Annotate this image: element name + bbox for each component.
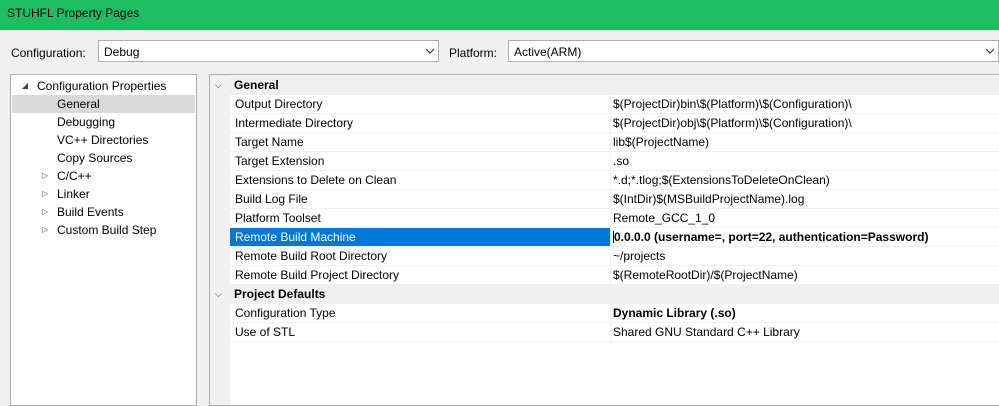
configuration-toolbar: Configuration: Debug Platform: Active(AR… — [0, 30, 999, 74]
tree-item-debugging[interactable]: Debugging — [12, 113, 195, 131]
property-name: Target Name — [230, 133, 611, 151]
property-row[interactable]: Target Extension .so — [230, 152, 999, 171]
collapsed-triangle-icon[interactable]: ▷ — [40, 203, 50, 221]
platform-label: Platform: — [449, 46, 498, 60]
property-value[interactable]: $(ProjectDir)bin\$(Platform)\$(Configura… — [613, 95, 999, 113]
property-row-selected[interactable]: Remote Build Machine 0.0.0.0 (username=,… — [230, 228, 999, 247]
tree-item-label: Linker — [57, 187, 90, 201]
chevron-down-icon — [986, 48, 994, 54]
property-row[interactable]: Remote Build Root Directory ~/projects — [230, 247, 999, 266]
configuration-value: Debug — [104, 45, 140, 59]
property-name: Target Extension — [230, 152, 611, 170]
property-row[interactable]: Configuration Type Dynamic Library (.so) — [230, 304, 999, 323]
tree-item-build-events[interactable]: ▷ Build Events — [12, 203, 195, 221]
configuration-label: Configuration: — [11, 46, 86, 60]
tree-item-label: Build Events — [57, 205, 124, 219]
tree-item-linker[interactable]: ▷ Linker — [12, 185, 195, 203]
chevron-down-icon — [426, 48, 434, 54]
expanded-chevron-icon[interactable]: ⌵ — [215, 76, 225, 95]
tree-item-configuration-properties[interactable]: ◢ Configuration Properties — [12, 77, 195, 95]
property-value[interactable]: $(ProjectDir)obj\$(Platform)\$(Configura… — [613, 114, 999, 132]
property-name: Output Directory — [230, 95, 611, 113]
property-row[interactable]: Extensions to Delete on Clean *.d;*.tlog… — [230, 171, 999, 190]
property-value[interactable]: $(RemoteRootDir)/$(ProjectName) — [613, 266, 999, 284]
property-row[interactable]: Remote Build Project Directory $(RemoteR… — [230, 266, 999, 285]
property-name: Remote Build Machine — [230, 228, 611, 246]
property-row[interactable]: Build Log File $(IntDir)$(MSBuildProject… — [230, 190, 999, 209]
tree-item-custom-build-step[interactable]: ▷ Custom Build Step — [12, 221, 195, 239]
tree-item-copy-sources[interactable]: Copy Sources — [12, 149, 195, 167]
property-name: Use of STL — [230, 323, 611, 341]
tree-item-label: Debugging — [57, 115, 116, 129]
expanded-triangle-icon[interactable]: ◢ — [20, 77, 30, 95]
property-tree: ◢ Configuration Properties General Debug… — [10, 74, 197, 406]
grid-gutter — [210, 75, 230, 405]
tree-item-label: Copy Sources — [57, 151, 133, 165]
expanded-chevron-icon[interactable]: ⌵ — [215, 285, 225, 304]
category-project-defaults[interactable]: ⌵ Project Defaults — [210, 285, 999, 304]
text-caret — [613, 231, 614, 243]
property-value[interactable]: ~/projects — [613, 247, 999, 265]
property-row[interactable]: Intermediate Directory $(ProjectDir)obj\… — [230, 114, 999, 133]
property-value[interactable]: .so — [613, 152, 999, 170]
property-name: Platform Toolset — [230, 209, 611, 227]
property-name: Extensions to Delete on Clean — [230, 171, 611, 189]
tree-item-general[interactable]: General — [12, 95, 195, 113]
property-value[interactable]: $(IntDir)$(MSBuildProjectName).log — [613, 190, 999, 208]
platform-dropdown[interactable]: Active(ARM) — [508, 40, 999, 62]
collapsed-triangle-icon[interactable]: ▷ — [40, 185, 50, 203]
property-name: Remote Build Project Directory — [230, 266, 611, 284]
category-label: Project Defaults — [234, 287, 326, 301]
property-value: 0.0.0.0 (username=, port=22, authenticat… — [614, 230, 929, 244]
tree-item-label: Configuration Properties — [37, 79, 167, 93]
property-row[interactable]: Use of STL Shared GNU Standard C++ Libra… — [230, 323, 999, 342]
title-bar: STUHFL Property Pages — [0, 0, 999, 30]
tree-item-label: General — [57, 97, 100, 111]
tree-item-c-cpp[interactable]: ▷ C/C++ — [12, 167, 195, 185]
property-name: Configuration Type — [230, 304, 611, 322]
collapsed-triangle-icon[interactable]: ▷ — [40, 221, 50, 239]
tree-item-label: C/C++ — [57, 169, 92, 183]
platform-value: Active(ARM) — [514, 45, 582, 59]
property-value-editor[interactable]: 0.0.0.0 (username=, port=22, authenticat… — [613, 228, 999, 246]
property-value[interactable]: Dynamic Library (.so) — [613, 304, 999, 322]
property-name: Intermediate Directory — [230, 114, 611, 132]
property-value[interactable]: Shared GNU Standard C++ Library — [613, 323, 999, 341]
property-row[interactable]: Output Directory $(ProjectDir)bin\$(Plat… — [230, 95, 999, 114]
property-row[interactable]: Target Name lib$(ProjectName) — [230, 133, 999, 152]
category-label: General — [234, 78, 279, 92]
window-title: STUHFL Property Pages — [7, 6, 140, 20]
property-value[interactable]: lib$(ProjectName) — [613, 133, 999, 151]
property-grid: ⌵ General Output Directory $(ProjectDir)… — [209, 74, 999, 406]
category-general[interactable]: ⌵ General — [210, 76, 999, 95]
tree-item-label: Custom Build Step — [57, 223, 157, 237]
collapsed-triangle-icon[interactable]: ▷ — [40, 167, 50, 185]
configuration-dropdown[interactable]: Debug — [98, 40, 439, 62]
tree-item-vc-directories[interactable]: VC++ Directories — [12, 131, 195, 149]
property-value[interactable]: *.d;*.tlog;$(ExtensionsToDeleteOnClean) — [613, 171, 999, 189]
property-row[interactable]: Platform Toolset Remote_GCC_1_0 — [230, 209, 999, 228]
tree-item-label: VC++ Directories — [57, 133, 149, 147]
property-value[interactable]: Remote_GCC_1_0 — [613, 209, 999, 227]
property-name: Build Log File — [230, 190, 611, 208]
property-name: Remote Build Root Directory — [230, 247, 611, 265]
